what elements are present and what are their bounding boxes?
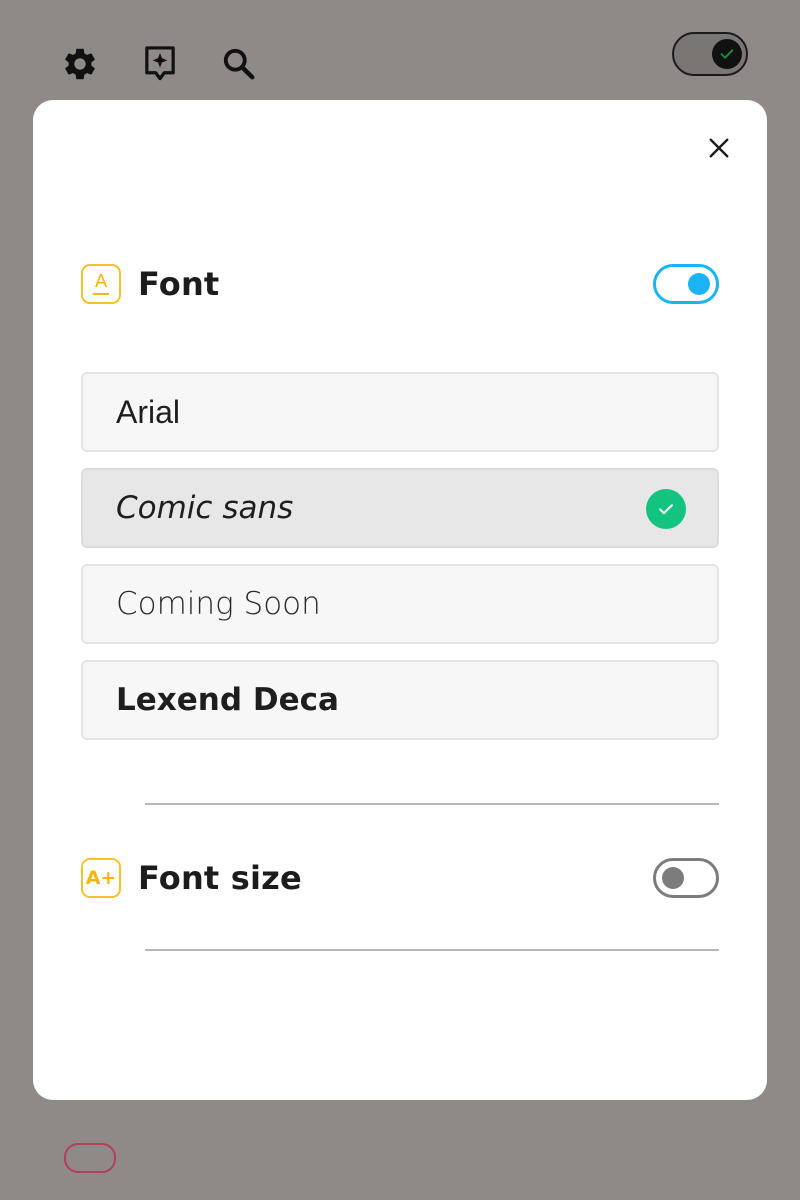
font-size-icon: A+ — [81, 858, 121, 898]
font-size-toggle-knob — [662, 867, 684, 889]
top-toggle-switch[interactable] — [672, 32, 748, 76]
close-icon — [709, 138, 729, 158]
section-divider — [145, 949, 719, 951]
font-settings-dialog: A Font Arial Comic sans Coming Soon Lexe… — [33, 100, 767, 1100]
sparkle-bubble-icon — [145, 46, 175, 81]
check-icon — [659, 504, 673, 515]
font-badge-letter: A — [94, 271, 108, 292]
search-icon — [223, 48, 255, 80]
font-option-label: Coming Soon — [116, 586, 321, 622]
background-element — [64, 1143, 116, 1173]
font-option-coming-soon[interactable]: Coming Soon — [81, 564, 719, 644]
font-option-label: Comic sans — [116, 490, 294, 526]
section-divider — [145, 803, 719, 805]
font-size-toggle[interactable] — [653, 858, 719, 898]
font-section-title: Font — [138, 265, 220, 303]
assistant-button[interactable] — [140, 44, 180, 84]
font-size-section-title: Font size — [138, 859, 302, 897]
font-toggle[interactable] — [653, 264, 719, 304]
check-icon — [720, 49, 734, 59]
font-option-arial[interactable]: Arial — [81, 372, 719, 452]
font-option-label: Lexend Deca — [116, 682, 339, 718]
close-button[interactable] — [703, 132, 735, 164]
font-option-comic-sans[interactable]: Comic sans — [81, 468, 719, 548]
font-section-header: A Font — [81, 262, 719, 306]
toggle-knob — [712, 39, 742, 69]
search-button[interactable] — [219, 44, 259, 84]
font-icon: A — [81, 264, 121, 304]
font-option-lexend-deca[interactable]: Lexend Deca — [81, 660, 719, 740]
font-size-badge-text: A+ — [85, 867, 117, 889]
font-size-section-header: A+ Font size — [81, 856, 719, 900]
selected-check-icon — [646, 489, 686, 529]
gear-icon — [65, 48, 95, 80]
font-option-label: Arial — [116, 393, 181, 430]
font-badge-underline — [93, 293, 109, 295]
font-toggle-knob — [688, 273, 710, 295]
settings-button[interactable] — [60, 44, 100, 84]
